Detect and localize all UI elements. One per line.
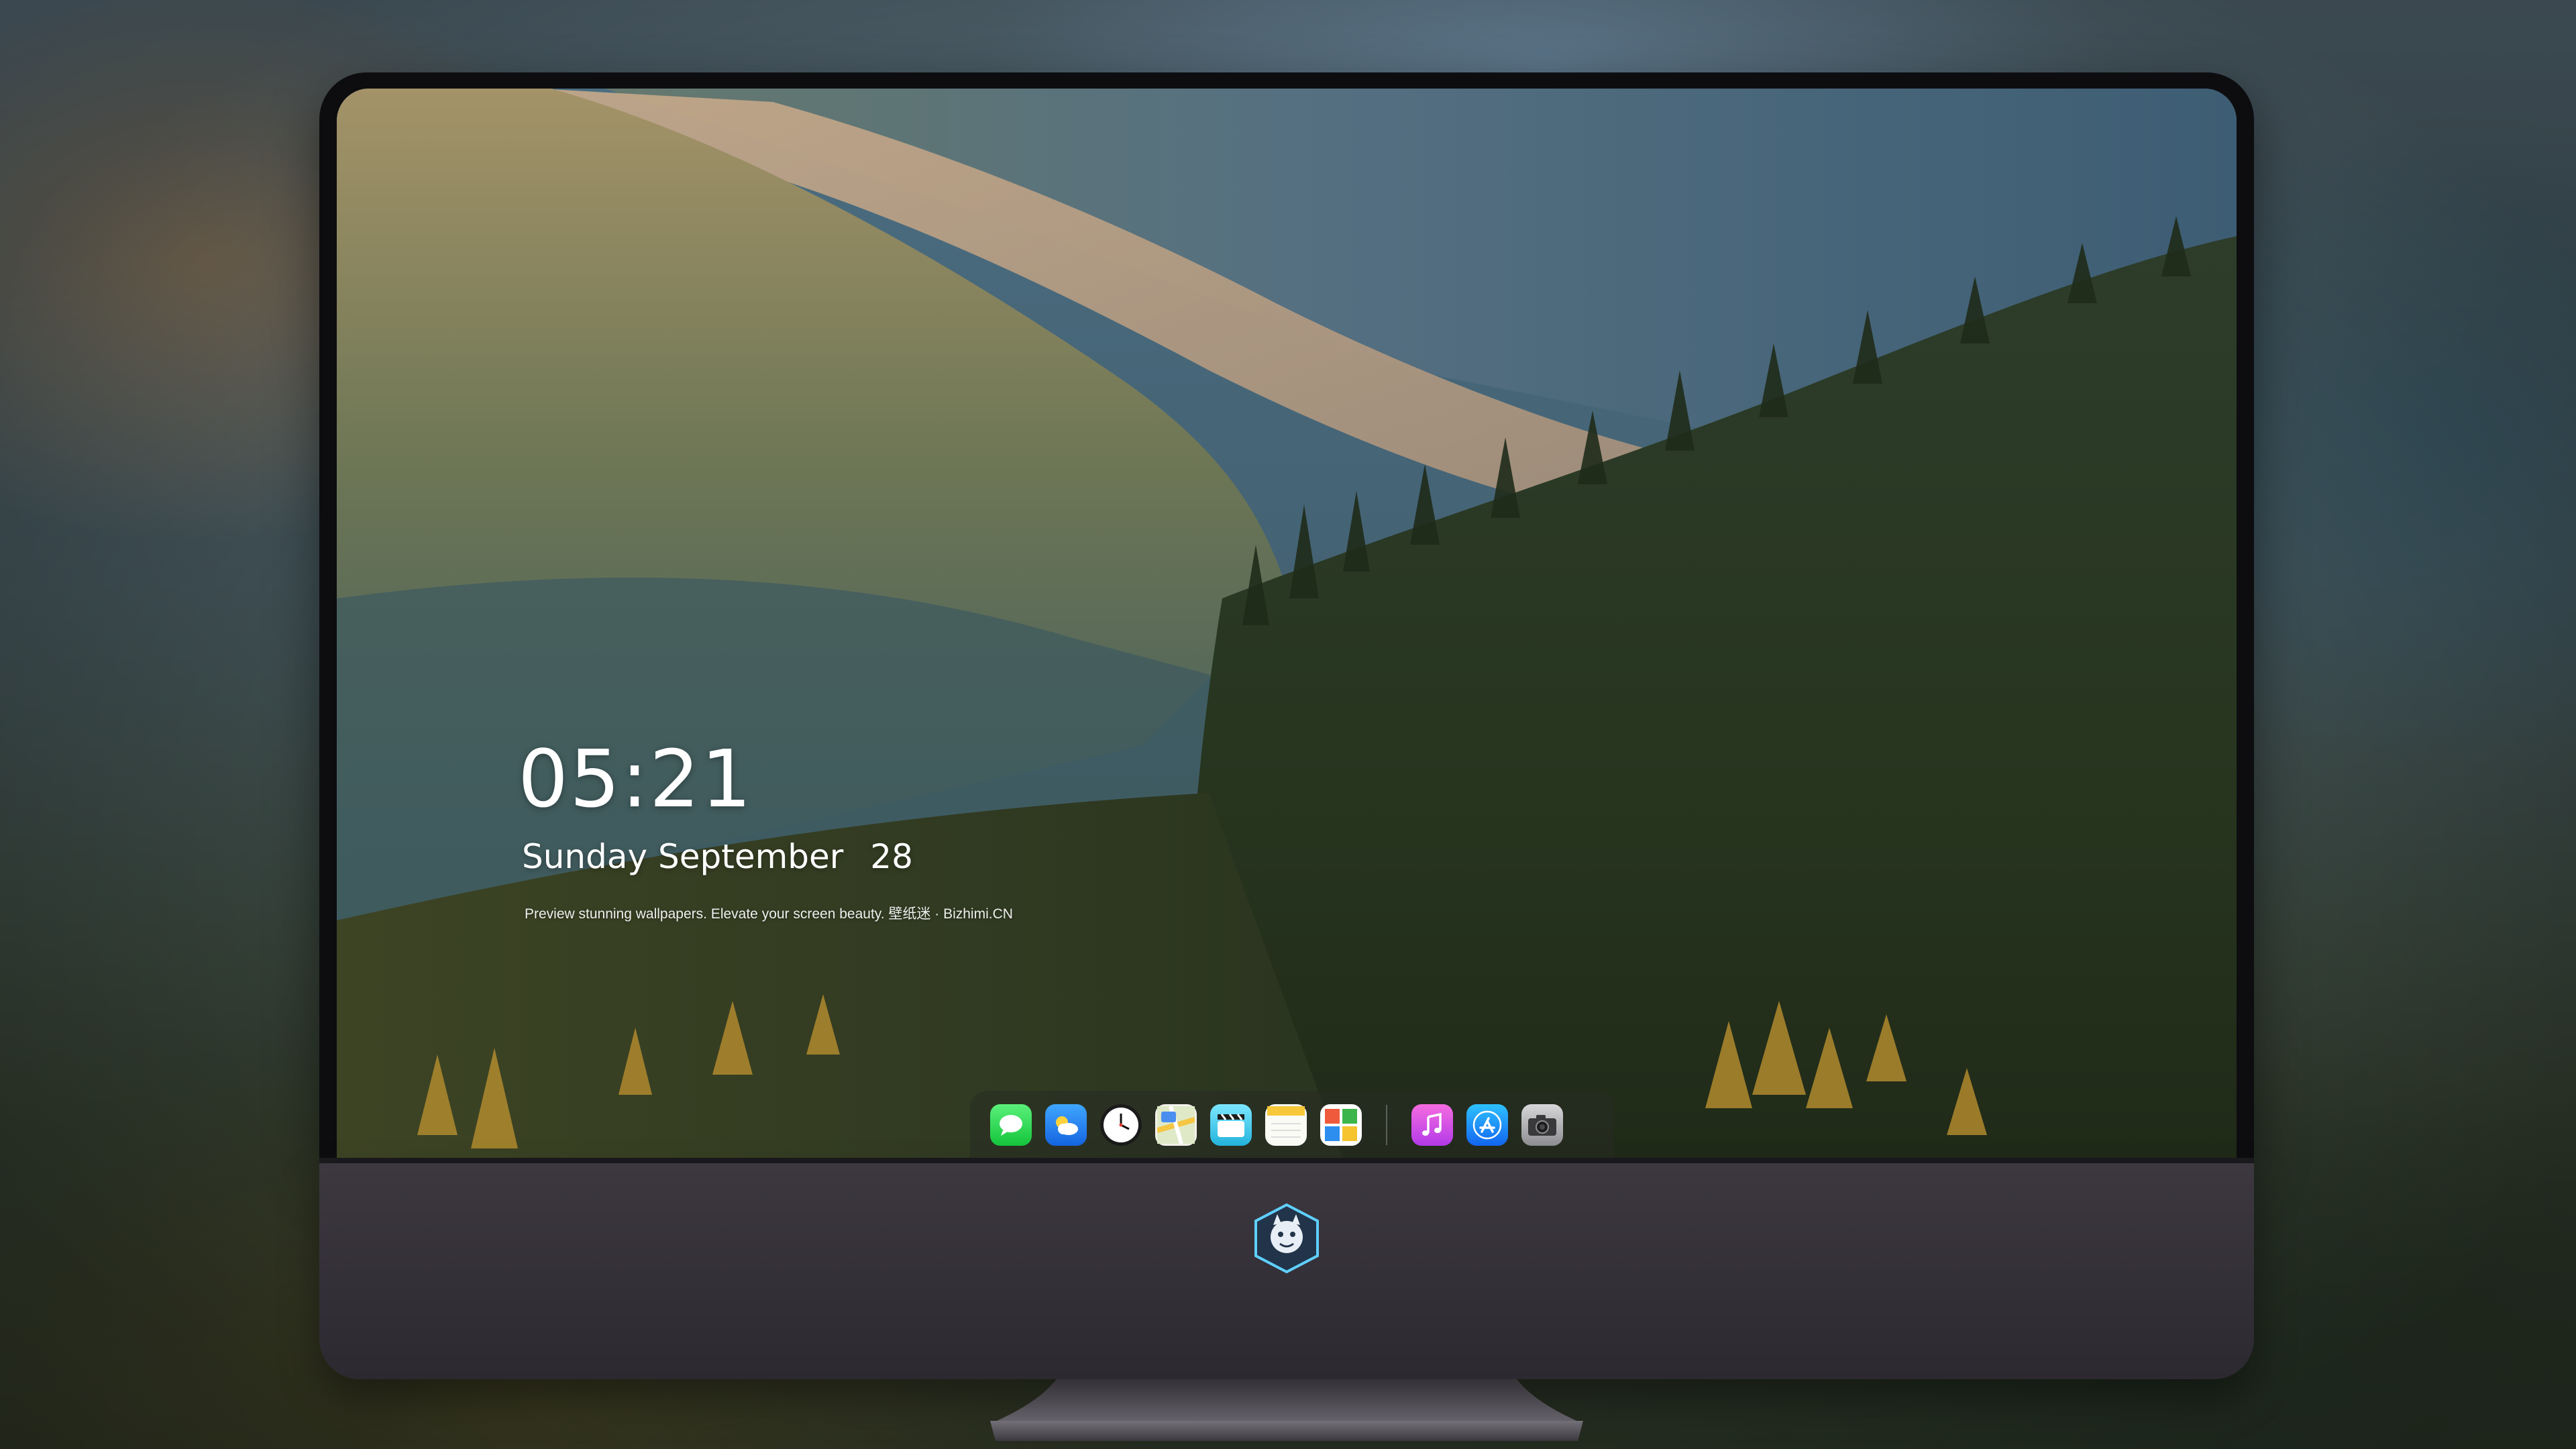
music-icon[interactable] — [1411, 1104, 1453, 1146]
clips-icon[interactable] — [1210, 1104, 1252, 1146]
maps-icon[interactable] — [1155, 1104, 1197, 1146]
brand-logo-icon — [1250, 1202, 1323, 1275]
dock-separator — [1386, 1105, 1387, 1145]
date-day: 28 — [870, 837, 913, 876]
monitor: 05:21 Sunday September 28 Preview stunni… — [319, 72, 2254, 1379]
camera-icon[interactable] — [1521, 1104, 1563, 1146]
screen: 05:21 Sunday September 28 Preview stunni… — [337, 89, 2237, 1159]
weather-icon[interactable] — [1045, 1104, 1087, 1146]
messages-icon[interactable] — [990, 1104, 1032, 1146]
lockscreen-date: Sunday September 28 — [522, 837, 913, 876]
date-weekday: Sunday — [522, 837, 648, 876]
photos-icon[interactable] — [1320, 1104, 1362, 1146]
app-store-icon[interactable] — [1466, 1104, 1508, 1146]
lockscreen-time: 05:21 — [518, 733, 753, 825]
clock-icon[interactable] — [1100, 1104, 1142, 1146]
notes-icon[interactable] — [1265, 1104, 1307, 1146]
wallpaper-tagline: Preview stunning wallpapers. Elevate you… — [525, 906, 1013, 922]
date-month: September — [658, 837, 844, 876]
monitor-bezel: 05:21 Sunday September 28 Preview stunni… — [319, 72, 2254, 1163]
dock — [970, 1091, 1614, 1159]
wallpaper — [337, 89, 2237, 1159]
